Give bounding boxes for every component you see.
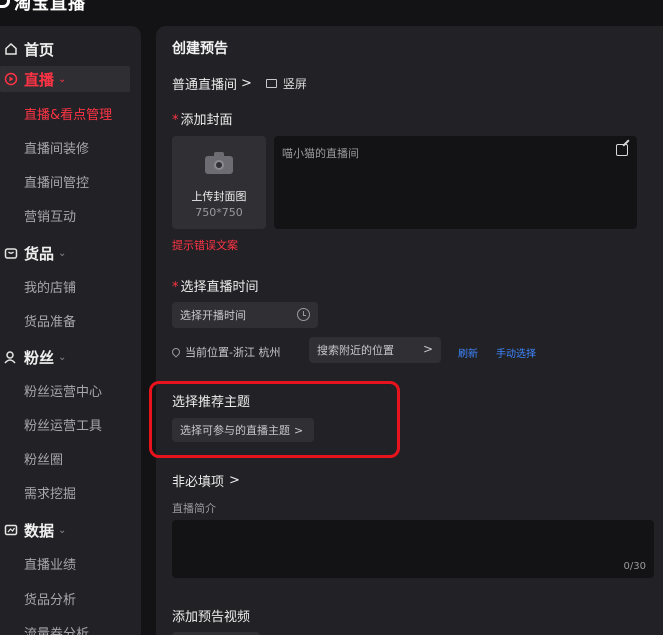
sidebar-item-goods-analysis[interactable]: 货品分析 [24,589,76,608]
orientation-label: 竖屏 [282,77,307,91]
sidebar-section-home[interactable]: 首页 [0,36,141,62]
sidebar-item-room-control[interactable]: 直播间管控 [24,172,89,191]
brand-header: 淘宝直播 [0,0,86,14]
sidebar-item-demand-mining[interactable]: 需求挖掘 [24,483,76,502]
chevron-down-icon: ⌄ [58,73,67,85]
sidebar-head-home[interactable]: 首页 [0,36,141,62]
sidebar-item-live-management[interactable]: 直播&看点管理 [24,104,112,123]
sidebar-item-fan-ops-tools[interactable]: 粉丝运营工具 [24,415,102,434]
cover-error-hint: 提示错误文案 [172,239,238,252]
refresh-location-link[interactable]: 刷新 [458,345,478,360]
optional-section-toggle[interactable]: 非必填项 > [172,471,240,490]
sidebar-head-live[interactable]: 直播 ⌄ [0,66,130,92]
sidebar-item-live-performance[interactable]: 直播业绩 [24,554,76,573]
clock-icon [297,308,310,321]
sidebar-section-goods[interactable]: 货品 ⌄ [0,240,141,266]
sidebar-section-label: 数据 [24,521,55,540]
sidebar: 首页 直播 ⌄ 直播&看点管理 直播间装修 直播间管控 营销互动 货品 ⌄ 我的… [0,26,141,635]
manual-select-link[interactable]: 手动选择 [496,345,536,360]
chevron-down-icon: ⌄ [58,351,67,363]
sidebar-head-goods[interactable]: 货品 ⌄ [0,240,141,266]
sidebar-section-label: 直播 [24,70,55,89]
chevron-down-icon: ⌄ [58,524,67,536]
current-location: 当前位置-浙江 杭州 [170,344,281,360]
upload-cover-label: 上传封面图 [191,190,247,203]
time-label-text: 选择直播时间 [180,280,259,295]
intro-char-counter: 0/30 [623,561,646,572]
required-mark: * [172,113,179,128]
optional-label: 非必填项 [172,475,225,490]
chevron-right-icon: > [229,473,240,488]
sidebar-item-traffic-coupon[interactable]: 流量券分析 [24,623,89,635]
create-preview-panel: 创建预告 普通直播间 > 竖屏 * 添加封面 上传封面图 750*750 喵小猫的… [156,26,663,635]
sidebar-section-live[interactable]: 直播 ⌄ [0,66,141,92]
start-time-placeholder: 选择开播时间 [180,309,246,322]
sidebar-head-fans[interactable]: 粉丝 ⌄ [0,344,141,370]
live-title-input[interactable]: 喵小猫的直播间 [274,136,637,229]
upload-cover-button[interactable]: 上传封面图 750*750 [172,136,266,229]
chevron-right-icon: > [422,342,433,356]
portrait-screen-icon [265,79,277,88]
edit-icon[interactable] [616,144,628,156]
current-location-text: 当前位置-浙江 杭州 [185,346,281,359]
sidebar-section-label: 货品 [24,244,55,263]
fans-icon [4,350,18,364]
topic-highlight-annotation [149,381,400,458]
sidebar-item-fan-ops-center[interactable]: 粉丝运营中心 [24,381,102,400]
orientation-option[interactable]: 竖屏 [265,75,307,92]
sidebar-item-room-decoration[interactable]: 直播间装修 [24,138,89,157]
live-title-placeholder: 喵小猫的直播间 [282,147,359,160]
cover-label-text: 添加封面 [180,113,233,128]
nearby-location-search[interactable]: 搜索附近的位置 > [309,337,441,363]
home-icon [4,42,18,56]
chevron-down-icon: ⌄ [58,247,67,259]
sidebar-item-marketing[interactable]: 营销互动 [24,206,76,225]
sidebar-item-goods-prep[interactable]: 货品准备 [24,311,76,330]
live-intro-textarea[interactable]: 0/30 [172,520,654,578]
taobao-live-logo-icon [0,0,10,8]
preview-video-label: 添加预告视频 [172,610,251,625]
live-type-row: 普通直播间 > 竖屏 [172,74,307,93]
intro-label: 直播简介 [172,502,216,515]
sidebar-section-label: 首页 [24,40,55,59]
sidebar-item-my-store[interactable]: 我的店铺 [24,277,76,296]
start-time-picker[interactable]: 选择开播时间 [172,302,318,328]
time-label: * 选择直播时间 [172,276,259,295]
data-icon [4,523,18,537]
upload-cover-size: 750*750 [195,206,243,219]
camera-icon [205,152,233,174]
nearby-location-placeholder: 搜索附近的位置 [317,344,394,357]
goods-icon [4,246,18,260]
required-mark: * [172,280,179,295]
sidebar-head-data[interactable]: 数据 ⌄ [0,517,141,543]
live-icon [4,72,18,86]
live-type-selector[interactable]: 普通直播间 [172,74,237,93]
location-pin-icon [170,346,182,358]
cover-label: * 添加封面 [172,109,233,128]
sidebar-section-data[interactable]: 数据 ⌄ [0,517,141,543]
chevron-right-icon[interactable]: > [241,76,252,91]
sidebar-section-fans[interactable]: 粉丝 ⌄ [0,344,141,370]
sidebar-section-label: 粉丝 [24,348,55,367]
brand-name: 淘宝直播 [14,0,86,14]
sidebar-item-fan-circle[interactable]: 粉丝圈 [24,449,63,468]
page-title: 创建预告 [172,41,228,57]
